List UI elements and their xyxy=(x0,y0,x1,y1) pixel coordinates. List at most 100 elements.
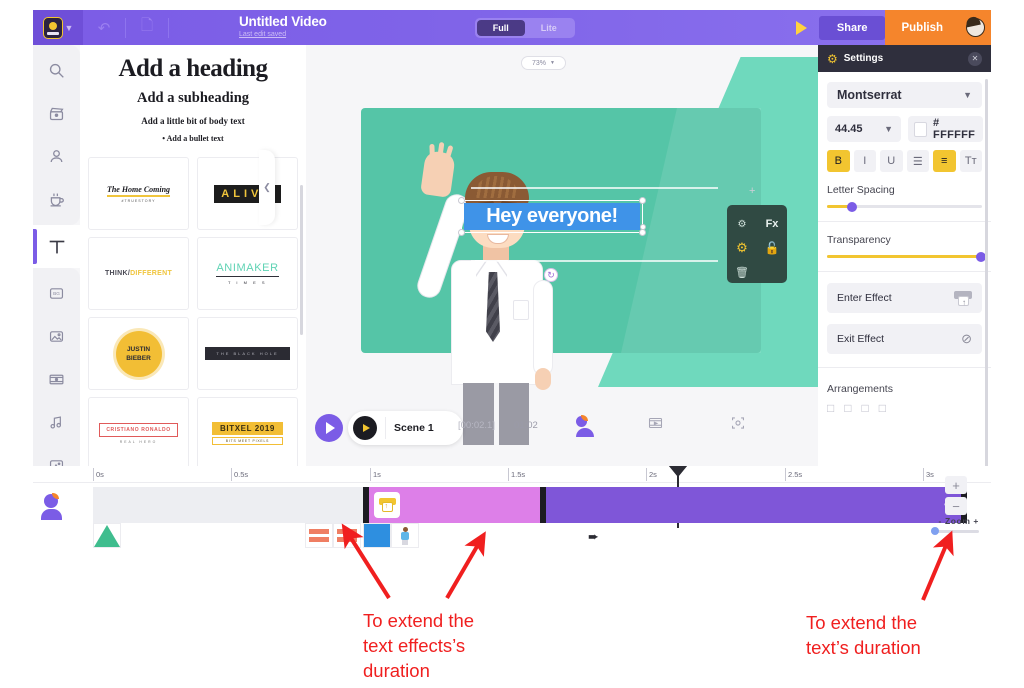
canvas[interactable]: Hey everyone! ↻ + ⚙ Fx ⚙ 🔓 🗑 xyxy=(306,57,818,445)
text-color-field[interactable]: # FFFFFF xyxy=(908,116,984,142)
character-collar-left xyxy=(475,260,486,276)
undo-button[interactable]: ↶ xyxy=(83,10,125,45)
thumbnail-text-lines-b[interactable] xyxy=(333,523,361,548)
scene-camera-button[interactable] xyxy=(731,416,745,430)
bring-forward-icon[interactable]: □ xyxy=(844,401,851,415)
resize-handle-middle-right[interactable] xyxy=(640,224,646,230)
align-center-button[interactable]: ≡ xyxy=(933,150,956,172)
bold-button[interactable]: B xyxy=(827,150,850,172)
template-card-justin-bieber[interactable]: JUSTIN BIEBER xyxy=(88,317,189,390)
timeline-character-avatar[interactable] xyxy=(41,493,62,520)
letter-spacing-slider[interactable] xyxy=(827,201,982,212)
project-title-block[interactable]: Untitled Video Last edit saved xyxy=(239,15,327,40)
preset-body[interactable]: Add a little bit of body text xyxy=(94,116,292,126)
color-swatch[interactable] xyxy=(914,121,928,137)
share-button[interactable]: Share xyxy=(818,15,886,40)
duplicate-button[interactable]: ⚙ xyxy=(727,219,757,230)
resize-handle-top-right[interactable] xyxy=(639,197,646,204)
send-backward-icon[interactable]: □ xyxy=(862,401,869,415)
text-duration-segment[interactable]: ❮ xyxy=(546,487,961,523)
text-case-button[interactable]: Tᴛ xyxy=(959,150,982,172)
thumbnail-character[interactable] xyxy=(391,523,419,548)
divider xyxy=(385,417,386,439)
timeline-zoom-in-button[interactable]: + xyxy=(945,476,967,494)
sidebar-item-character[interactable] xyxy=(33,135,80,178)
list-button[interactable]: ☰ xyxy=(906,150,929,172)
ruler-tick: 2.5s xyxy=(785,468,802,481)
sidebar-item-image[interactable] xyxy=(33,315,80,358)
divider xyxy=(818,367,991,368)
delete-button[interactable]: 🗑 xyxy=(727,266,757,279)
enter-effect-button[interactable]: Enter Effect ↑ xyxy=(827,283,982,313)
fx-button[interactable]: Fx xyxy=(757,218,787,230)
underline-button[interactable]: U xyxy=(880,150,903,172)
resize-handle-bottom-right[interactable] xyxy=(639,229,646,236)
effect-badge[interactable]: ↑ xyxy=(374,492,400,518)
chevron-down-icon[interactable]: ▼ xyxy=(65,23,74,33)
mode-full-button[interactable]: Full xyxy=(476,19,525,36)
preset-heading[interactable]: Add a heading xyxy=(94,55,292,83)
duplicate-icon: ⚙ xyxy=(737,218,747,230)
object-settings-button[interactable]: ⚙ xyxy=(727,240,757,256)
template-card-home-coming[interactable]: The Home Coming #TRUESTORY xyxy=(88,157,189,230)
mode-lite-button[interactable]: Lite xyxy=(525,20,573,36)
preview-button[interactable] xyxy=(785,20,819,35)
timeline-zoom-out-button[interactable]: − xyxy=(945,497,967,515)
font-family-select[interactable]: Montserrat ▼ xyxy=(827,82,982,108)
text-object-selection[interactable]: Hey everyone! xyxy=(458,197,646,236)
template-card-alive[interactable]: ALIVE xyxy=(197,157,298,230)
resize-handle-bottom-left[interactable] xyxy=(458,229,465,236)
send-back-icon[interactable]: □ xyxy=(879,401,886,415)
template-card-think-different[interactable]: THINK/DIFFERENT xyxy=(88,237,189,310)
font-size-select[interactable]: 44.45 ▼ xyxy=(827,116,901,142)
preset-bullet[interactable]: Add a bullet text xyxy=(94,134,292,143)
scene-chip-play-button[interactable] xyxy=(353,416,377,440)
scene-transition-button[interactable] xyxy=(648,416,663,430)
settings-scrollbar[interactable] xyxy=(985,79,988,469)
thumbnail-text-lines-a[interactable] xyxy=(305,523,333,548)
panel-collapse-button[interactable]: ❮ xyxy=(259,150,275,225)
template-card-black-hole[interactable]: THE BLACK HOLE xyxy=(197,317,298,390)
bring-front-icon[interactable]: □ xyxy=(827,401,834,415)
mode-switch[interactable]: Full Lite xyxy=(474,17,575,38)
sidebar-item-text[interactable] xyxy=(33,225,80,268)
user-avatar[interactable] xyxy=(959,10,991,45)
rotate-handle[interactable]: ↻ xyxy=(544,268,558,282)
sidebar-item-background[interactable]: BG xyxy=(33,272,80,315)
timeline-track[interactable]: ↑ ❮ xyxy=(93,487,967,523)
timeline-zoom-slider[interactable] xyxy=(931,527,979,535)
scene-chip[interactable]: Scene 1 xyxy=(348,411,463,445)
timeline-ruler[interactable]: 0s 0.5s 1s 1.5s 2s 2.5s 3s xyxy=(33,466,991,483)
character-illustration[interactable] xyxy=(414,140,581,445)
sidebar-item-music[interactable] xyxy=(33,401,80,444)
transparency-slider[interactable] xyxy=(827,251,986,262)
publish-button[interactable]: Publish xyxy=(885,10,959,45)
template-card-bitxel-2019[interactable]: BITXEL 2019 BITS MEET PIXELS xyxy=(197,397,298,470)
canvas-zoom-selector[interactable]: 73% ▼ xyxy=(521,56,566,70)
resize-handle-top-left[interactable] xyxy=(458,197,465,204)
unlock-icon: 🔓 xyxy=(764,241,780,255)
sidebar-item-search[interactable] xyxy=(33,49,80,92)
scene-play-button[interactable] xyxy=(315,414,343,442)
italic-button[interactable]: I xyxy=(853,150,876,172)
timeline-thumbnails xyxy=(93,523,967,548)
panel-scrollbar[interactable] xyxy=(300,185,303,335)
slider-knob[interactable] xyxy=(847,201,858,212)
exit-effect-button[interactable]: Exit Effect ⊘ xyxy=(827,324,982,354)
app-logo-button[interactable]: ▼ xyxy=(33,10,83,45)
template-card-animaker-times[interactable]: ANIMAKER T I M E S xyxy=(197,237,298,310)
close-button[interactable]: ✕ xyxy=(968,51,982,66)
copy-button[interactable]: 🗋 xyxy=(126,10,168,45)
template-card-cristiano-ronaldo[interactable]: CRISTIANO RONALDO REAL HERO xyxy=(88,397,189,470)
lock-button[interactable]: 🔓 xyxy=(757,241,787,255)
thumbnail-selected-text[interactable] xyxy=(363,523,391,548)
sidebar-item-video-clip[interactable] xyxy=(33,358,80,401)
scene-character-button[interactable] xyxy=(576,415,594,437)
text-effect-segment[interactable]: ↑ xyxy=(369,487,540,523)
text-object-highlight[interactable]: Hey everyone! xyxy=(464,203,640,230)
slider-knob[interactable] xyxy=(931,527,939,535)
thumbnail-background[interactable] xyxy=(93,523,121,548)
sidebar-item-video[interactable] xyxy=(33,92,80,135)
preset-subheading[interactable]: Add a subheading xyxy=(94,90,292,107)
sidebar-item-props[interactable] xyxy=(33,178,80,221)
